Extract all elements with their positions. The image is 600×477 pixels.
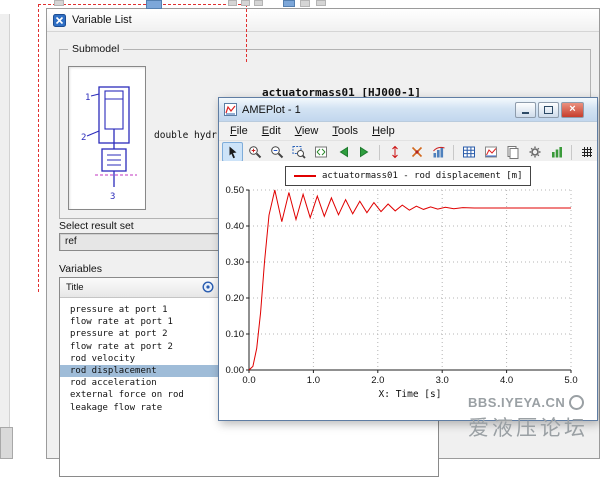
zoom-in-icon[interactable] [244, 142, 265, 162]
minimize-button[interactable] [515, 102, 536, 118]
desktop-fragment [283, 0, 295, 7]
toolbar-separator [379, 145, 380, 160]
y-tick-label: 0.10 [226, 329, 245, 340]
desktop-fragment [146, 0, 162, 9]
next-zoom-icon[interactable] [354, 142, 375, 162]
y-tick-label: 0.20 [226, 293, 245, 304]
add-marker-icon[interactable] [406, 142, 427, 162]
x-axis-title: X: Time [s] [379, 389, 442, 400]
submodel-description: double hydr [154, 130, 217, 141]
x-tick-label: 3.0 [436, 375, 449, 386]
x-tick-label: 5.0 [564, 375, 577, 386]
menu-tools[interactable]: Tools [325, 124, 365, 138]
desktop-fragment [241, 0, 250, 6]
y-tick-label: 0.00 [226, 365, 245, 376]
ameplot-window: AMEPlot - 1 × File Edit View Tools Help [218, 97, 598, 421]
desktop-fragment [316, 0, 326, 6]
variable-list-title: Variable List [72, 14, 132, 26]
series-line [249, 190, 571, 370]
selection-marquee-top [38, 4, 246, 5]
x-tick-label: 1.0 [307, 375, 320, 386]
toolbar-separator [571, 145, 572, 160]
desktop-fragment [300, 0, 310, 7]
variable-list-icon [53, 14, 66, 27]
plot-canvas[interactable]: 0.0 1.0 2.0 3.0 4.0 5.0 0.00 0.10 0.20 0.30 0.40 0.… [219, 161, 597, 420]
zoom-window-icon[interactable] [288, 142, 309, 162]
plot-settings-icon[interactable] [480, 142, 501, 162]
x-tick-label: 0.0 [242, 375, 255, 386]
legend-line-sample [294, 175, 316, 177]
previous-zoom-icon[interactable] [332, 142, 353, 162]
ameplot-title: AMEPlot - 1 [242, 104, 301, 116]
selection-marquee-left [38, 4, 39, 292]
selection-marquee-right [246, 4, 247, 62]
window-controls: × [515, 102, 592, 118]
port-label-2: 2 [81, 133, 86, 143]
background-panel [0, 14, 10, 459]
watermark-logo-icon [569, 395, 584, 410]
hydraulic-jack-sketch: 1 2 3 [69, 67, 143, 207]
y-tick-label: 0.50 [226, 185, 245, 196]
watermark-site-text: BBS.IYEYA.CN [468, 395, 565, 410]
desktop-fragment [228, 0, 237, 6]
menu-file[interactable]: File [223, 124, 255, 138]
legend-label: actuatormass01 - rod displacement [m] [322, 171, 522, 181]
submodel-group-label: Submodel [68, 43, 123, 55]
export-chart-icon[interactable] [546, 142, 567, 162]
close-button[interactable]: × [561, 102, 584, 118]
port-label-1: 1 [85, 93, 90, 103]
watermark: BBS.IYEYA.CN 爱液压论坛 [468, 395, 588, 442]
toolbar-separator [453, 145, 454, 160]
menu-view[interactable]: View [288, 124, 326, 138]
grid-view-icon[interactable] [576, 142, 597, 162]
table-view-icon[interactable] [458, 142, 479, 162]
ameplot-icon [224, 103, 237, 116]
result-set-label: Select result set [59, 220, 134, 232]
port-label-3: 3 [110, 192, 115, 202]
preferences-gear-icon[interactable] [524, 142, 545, 162]
menu-edit[interactable]: Edit [255, 124, 288, 138]
background-corner-box [0, 427, 13, 459]
cursor-marker-icon[interactable] [384, 142, 405, 162]
desktop-fragment [54, 0, 64, 6]
menu-bar: File Edit View Tools Help [219, 122, 597, 141]
zoom-fit-icon[interactable] [310, 142, 331, 162]
variable-list-titlebar[interactable]: Variable List [47, 9, 599, 32]
y-tick-label: 0.30 [226, 257, 245, 268]
menu-help[interactable]: Help [365, 124, 402, 138]
histogram-icon[interactable] [428, 142, 449, 162]
x-tick-label: 4.0 [500, 375, 513, 386]
plot-legend[interactable]: actuatormass01 - rod displacement [m] [285, 166, 531, 186]
x-tick-label: 2.0 [371, 375, 384, 386]
copy-page-icon[interactable] [502, 142, 523, 162]
select-pointer-icon[interactable] [222, 142, 243, 162]
header-filter-icon[interactable] [202, 281, 214, 293]
variables-header-title: Title [66, 282, 84, 293]
ameplot-titlebar[interactable]: AMEPlot - 1 × [219, 98, 597, 122]
watermark-site: BBS.IYEYA.CN [468, 395, 588, 410]
plot-chart: 0.0 1.0 2.0 3.0 4.0 5.0 0.00 0.10 0.20 0.30 0.40 0.… [219, 161, 597, 420]
variables-label: Variables [59, 263, 102, 275]
maximize-button[interactable] [538, 102, 559, 118]
zoom-out-icon[interactable] [266, 142, 287, 162]
submodel-schematic: 1 2 3 [68, 66, 146, 210]
y-tick-label: 0.40 [226, 221, 245, 232]
desktop-fragment [254, 0, 263, 6]
watermark-forum-name: 爱液压论坛 [468, 412, 588, 442]
